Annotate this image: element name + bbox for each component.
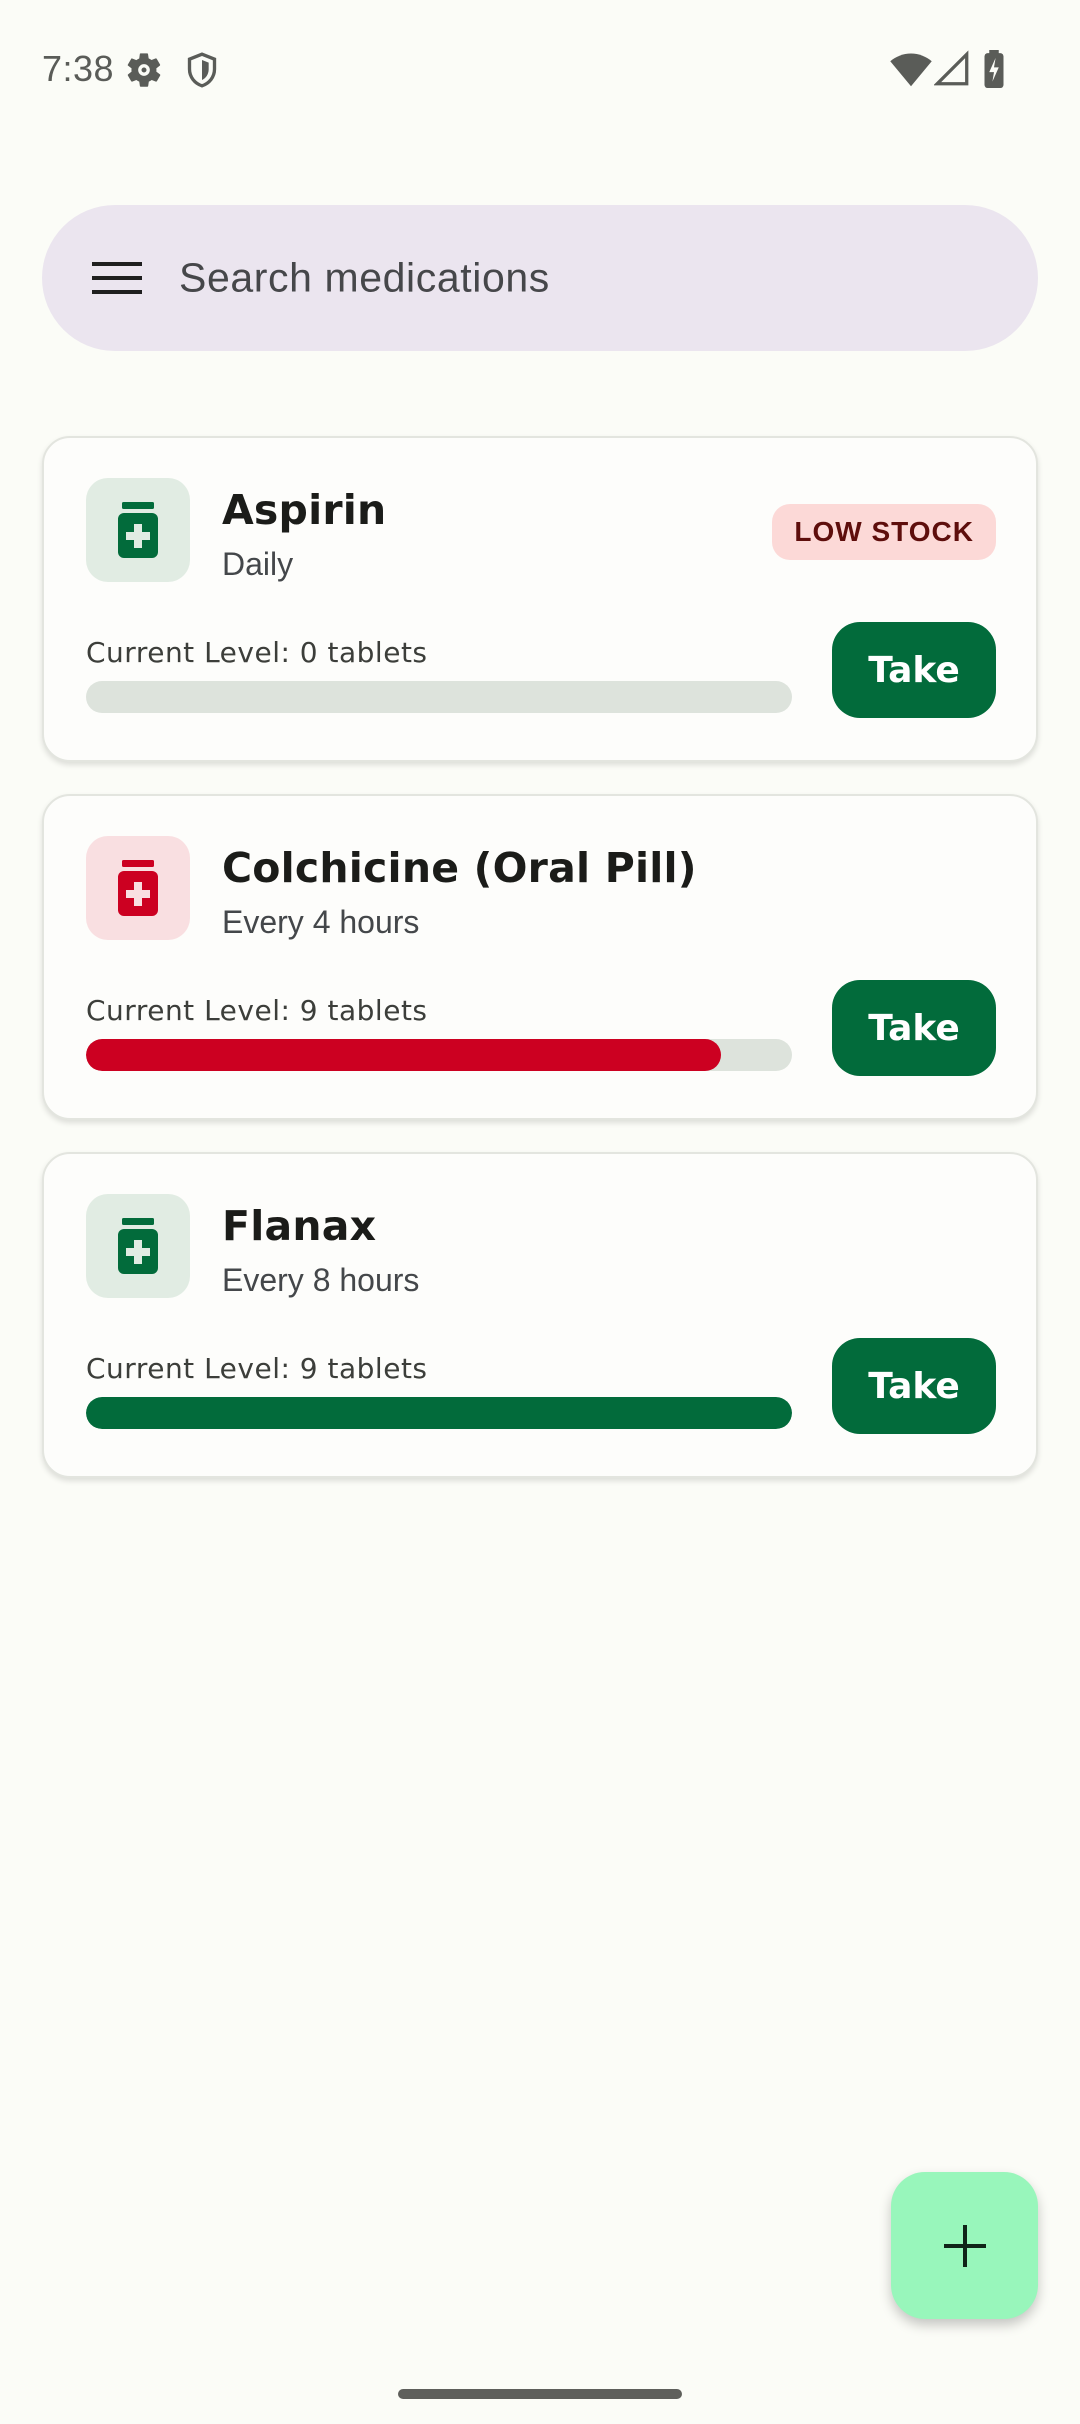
medication-frequency: Daily — [222, 546, 294, 582]
menu-icon[interactable] — [92, 258, 142, 298]
medication-name: Aspirin — [222, 486, 387, 534]
current-level-label: Current Level: 9 tablets — [86, 1352, 428, 1385]
take-button[interactable]: Take — [832, 980, 996, 1076]
medicine-bottle-icon — [86, 478, 190, 582]
stock-progress-bar — [86, 1397, 792, 1429]
stock-progress-fill — [86, 1039, 722, 1071]
status-time: 7:38 — [42, 48, 115, 89]
search-bar[interactable]: Search medications — [42, 205, 1038, 351]
medicine-bottle-icon — [86, 1194, 190, 1298]
low-stock-badge: LOW STOCK — [772, 504, 996, 560]
medication-card-flanax[interactable]: Flanax Every 8 hours Current Level: 9 ta… — [42, 1152, 1038, 1478]
gear-icon — [127, 53, 161, 87]
medication-card-colchicine[interactable]: Colchicine (Oral Pill) Every 4 hours Cur… — [42, 794, 1038, 1120]
search-input[interactable]: Search medications — [179, 255, 550, 302]
take-button[interactable]: Take — [832, 1338, 996, 1434]
battery-charging-icon — [984, 50, 1004, 88]
plus-icon — [943, 2224, 986, 2267]
home-indicator — [398, 2389, 682, 2399]
wifi-icon — [890, 53, 932, 87]
current-level-label: Current Level: 9 tablets — [86, 994, 428, 1027]
status-bar: 7:38 — [0, 0, 1080, 140]
medication-name: Colchicine (Oral Pill) — [222, 844, 697, 892]
medication-frequency: Every 8 hours — [222, 1262, 420, 1298]
shield-icon — [187, 52, 217, 88]
stock-progress-bar — [86, 681, 792, 713]
cellular-icon — [934, 50, 969, 86]
current-level-label: Current Level: 0 tablets — [86, 636, 428, 669]
medication-name: Flanax — [222, 1202, 377, 1250]
stock-progress-fill — [86, 1397, 792, 1429]
stock-progress-bar — [86, 1039, 792, 1071]
add-medication-button[interactable] — [891, 2172, 1038, 2319]
medication-card-aspirin[interactable]: Aspirin Daily LOW STOCK Current Level: 0… — [42, 436, 1038, 762]
medicine-bottle-icon — [86, 836, 190, 940]
take-button[interactable]: Take — [832, 622, 996, 718]
medication-frequency: Every 4 hours — [222, 904, 420, 940]
